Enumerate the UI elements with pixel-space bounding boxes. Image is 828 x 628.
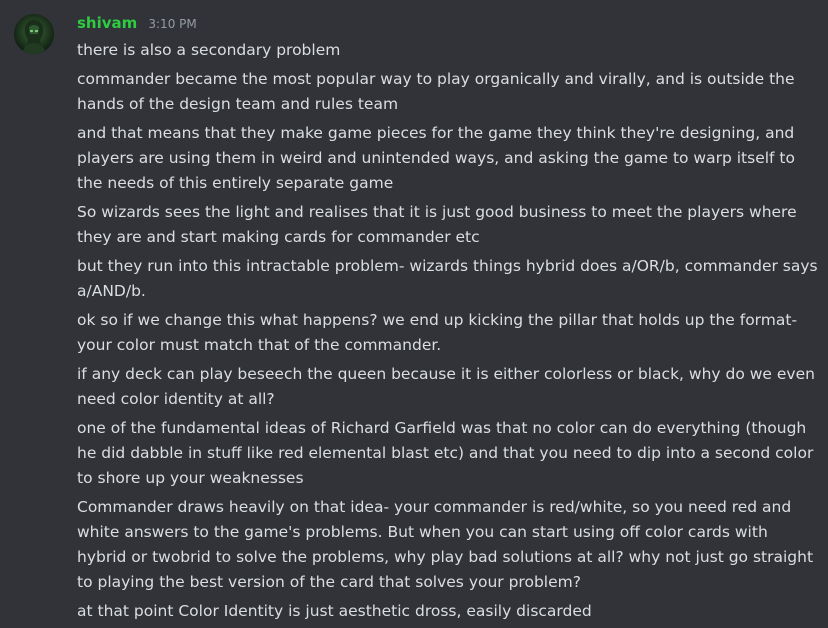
avatar-image (14, 14, 54, 54)
message-text: So wizards sees the light and realises t… (77, 203, 797, 246)
user-avatar[interactable] (14, 14, 54, 54)
message-text: at that point Color Identity is just aes… (77, 602, 592, 620)
message-text: commander became the most popular way to… (77, 70, 795, 113)
message-text: and that means that they make game piece… (77, 124, 795, 192)
message-text: Commander draws heavily on that idea- yo… (77, 498, 814, 591)
message-text: one of the fundamental ideas of Richard … (77, 419, 814, 487)
message-list: there is also a secondary problem comman… (77, 38, 821, 628)
message-header: shivam 3:10 PM (77, 13, 197, 35)
timestamp[interactable]: 3:10 PM (148, 17, 196, 31)
message-text: there is also a secondary problem (77, 41, 341, 59)
message-text: if any deck can play beseech the queen b… (77, 365, 815, 408)
username[interactable]: shivam (77, 14, 137, 32)
message-text: ok so if we change this what happens? we… (77, 311, 798, 354)
message-group: shivam 3:10 PM there is also a secondary… (0, 0, 828, 624)
message-text: but they run into this intractable probl… (77, 257, 818, 300)
